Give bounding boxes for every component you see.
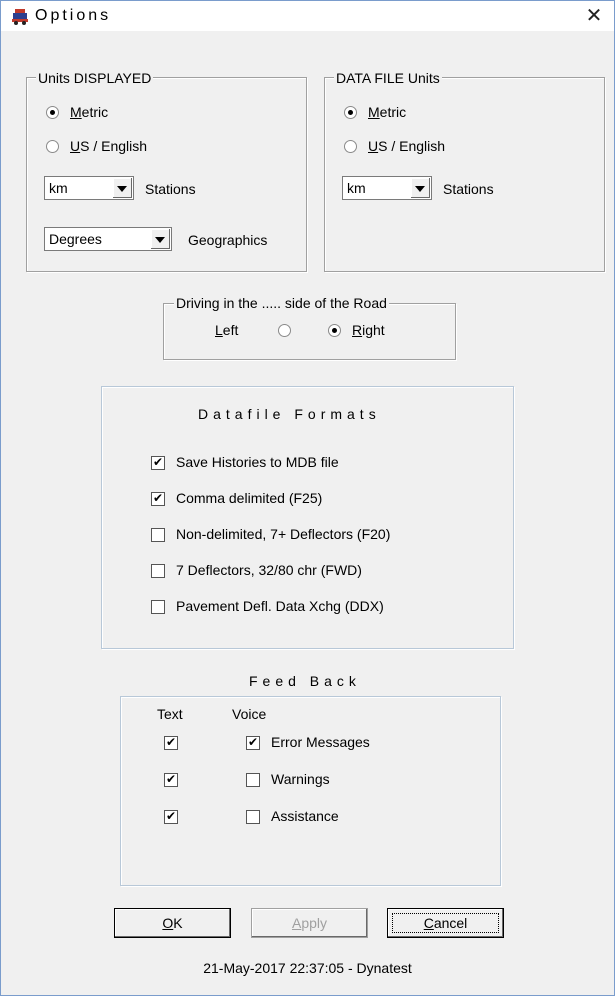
format-label[interactable]: Non-delimited, 7+ Deflectors (F20) bbox=[176, 526, 390, 542]
format-checkbox[interactable] bbox=[151, 454, 165, 470]
feedback-row-label: Assistance bbox=[271, 808, 339, 824]
title-bar: Options ✕ bbox=[1, 1, 614, 31]
units-displayed-geographics-label: Geographics bbox=[188, 232, 268, 248]
app-icon bbox=[12, 9, 28, 25]
format-label[interactable]: Save Histories to MDB file bbox=[176, 454, 339, 470]
data-file-stations-select[interactable]: km bbox=[342, 176, 432, 200]
driving-side-legend: Driving in the ..... side of the Road bbox=[174, 295, 389, 311]
format-checkbox[interactable] bbox=[151, 490, 165, 506]
data-file-stations-label: Stations bbox=[443, 181, 494, 197]
data-file-metric-radio[interactable] bbox=[344, 106, 357, 119]
units-displayed-stations-label: Stations bbox=[145, 181, 196, 197]
feedback-text-checkbox[interactable] bbox=[164, 771, 178, 787]
feedback-voice-header: Voice bbox=[232, 706, 267, 722]
apply-button[interactable]: Apply bbox=[251, 908, 368, 938]
units-displayed-geographics-select[interactable]: Degrees bbox=[44, 227, 172, 251]
units-displayed-metric-radio[interactable] bbox=[46, 106, 59, 119]
units-displayed-us-label[interactable]: US / English bbox=[70, 138, 147, 154]
datafile-formats-title: Datafile Formats bbox=[198, 406, 381, 422]
chevron-down-icon[interactable] bbox=[410, 178, 430, 198]
feedback-title: Feed Back bbox=[249, 673, 361, 689]
status-text: 21-May-2017 22:37:05 - Dynatest bbox=[203, 960, 412, 976]
format-checkbox[interactable] bbox=[151, 564, 165, 578]
feedback-voice-checkbox[interactable] bbox=[246, 734, 260, 750]
cancel-button[interactable]: Cancel bbox=[387, 908, 504, 938]
format-label[interactable]: Comma delimited (F25) bbox=[176, 490, 322, 506]
data-file-us-radio[interactable] bbox=[344, 140, 357, 153]
driving-right-radio[interactable] bbox=[328, 324, 341, 337]
window-title: Options bbox=[35, 7, 112, 24]
chevron-down-icon[interactable] bbox=[112, 178, 132, 198]
units-displayed-legend: Units DISPLAYED bbox=[36, 70, 154, 86]
format-label[interactable]: Pavement Defl. Data Xchg (DDX) bbox=[176, 598, 384, 614]
feedback-group bbox=[120, 696, 501, 886]
data-file-metric-label[interactable]: Metric bbox=[368, 104, 406, 120]
driving-side-group bbox=[163, 303, 456, 360]
feedback-row-label: Warnings bbox=[271, 771, 330, 787]
feedback-text-checkbox[interactable] bbox=[164, 808, 178, 824]
feedback-text-checkbox[interactable] bbox=[164, 734, 178, 750]
data-file-units-group bbox=[324, 77, 605, 272]
units-displayed-stations-value: km bbox=[49, 180, 68, 196]
feedback-voice-checkbox[interactable] bbox=[246, 810, 260, 824]
format-checkbox[interactable] bbox=[151, 600, 165, 614]
feedback-voice-checkbox[interactable] bbox=[246, 773, 260, 787]
data-file-us-label[interactable]: US / English bbox=[368, 138, 445, 154]
ok-button[interactable]: OK bbox=[114, 908, 231, 938]
data-file-stations-value: km bbox=[347, 180, 366, 196]
format-checkbox[interactable] bbox=[151, 528, 165, 542]
feedback-row-label: Error Messages bbox=[271, 734, 370, 750]
format-label[interactable]: 7 Deflectors, 32/80 chr (FWD) bbox=[176, 562, 362, 578]
chevron-down-icon[interactable] bbox=[150, 229, 170, 249]
close-button[interactable]: ✕ bbox=[574, 1, 614, 31]
driving-left-radio[interactable] bbox=[278, 324, 291, 337]
units-displayed-metric-label[interactable]: Metric bbox=[70, 104, 108, 120]
driving-left-label[interactable]: Left bbox=[215, 322, 238, 338]
units-displayed-stations-select[interactable]: km bbox=[44, 176, 134, 200]
units-displayed-us-radio[interactable] bbox=[46, 140, 59, 153]
driving-right-label[interactable]: Right bbox=[352, 322, 385, 338]
units-displayed-geographics-value: Degrees bbox=[49, 231, 102, 247]
feedback-text-header: Text bbox=[157, 706, 183, 722]
data-file-units-legend: DATA FILE Units bbox=[334, 70, 442, 86]
